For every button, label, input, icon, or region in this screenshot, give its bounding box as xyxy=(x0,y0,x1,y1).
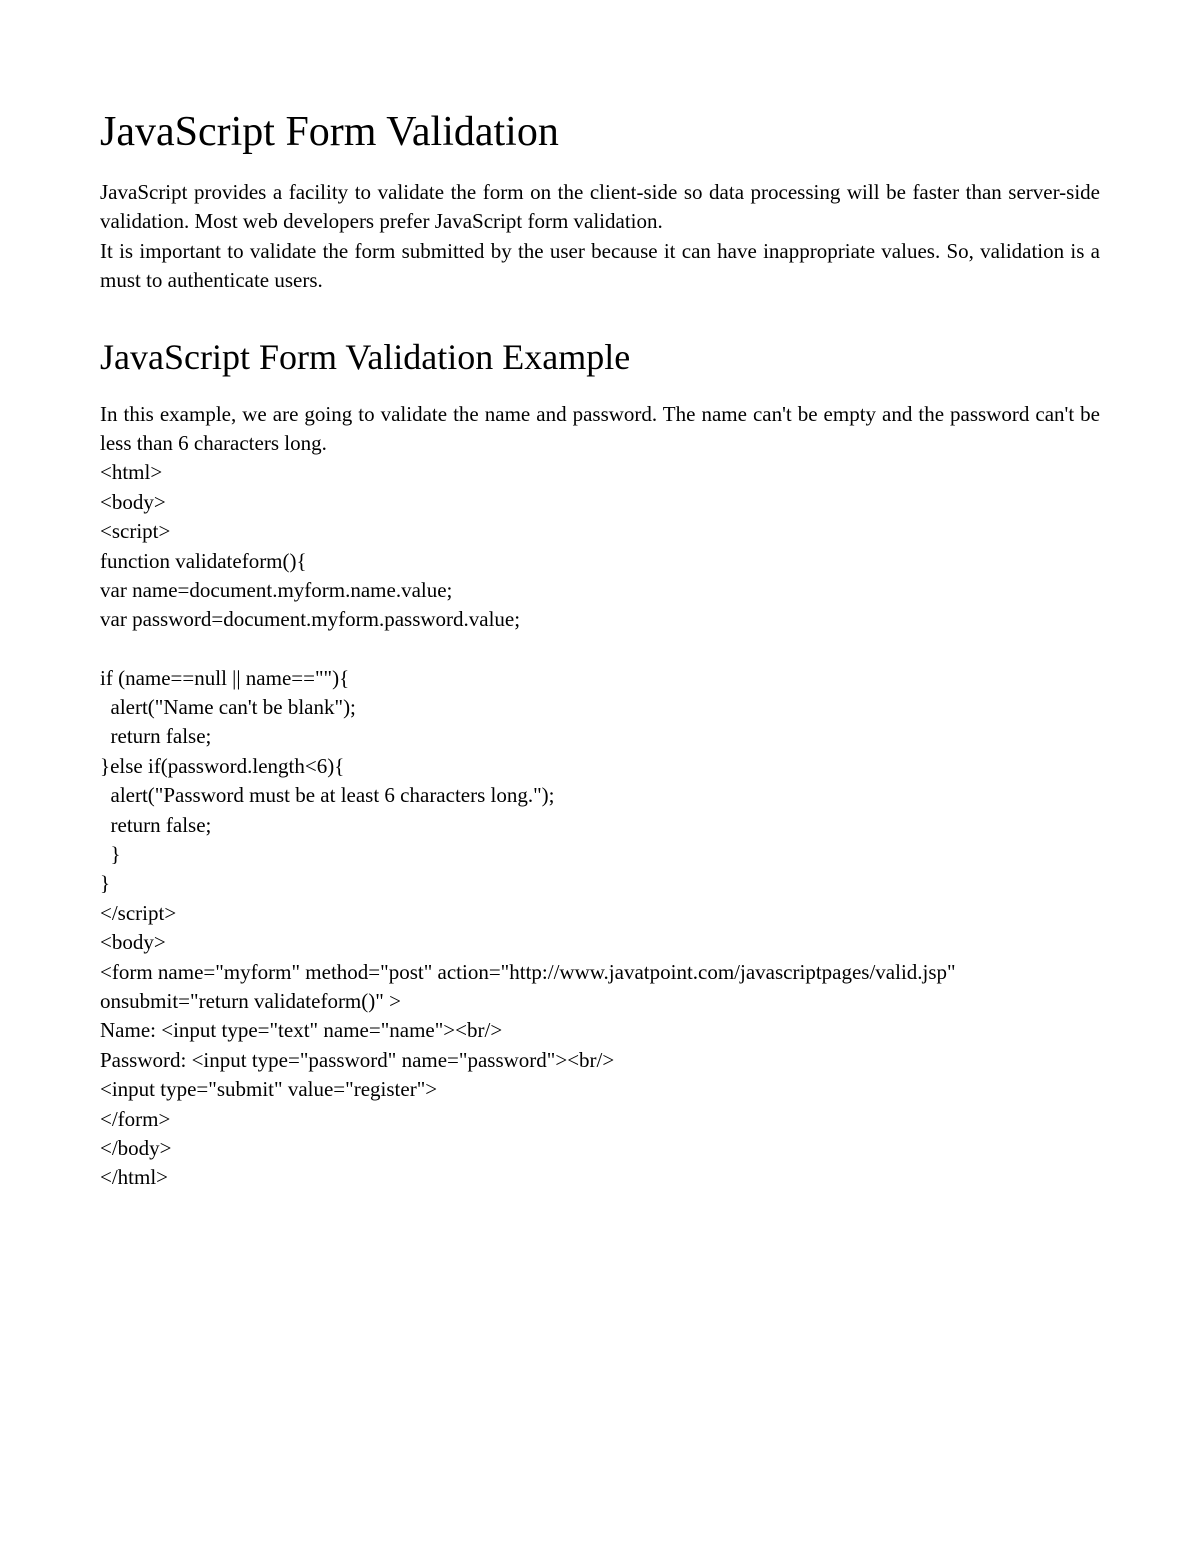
code-line: <body> xyxy=(100,488,1100,517)
code-line: return false; xyxy=(100,811,1100,840)
intro-paragraph-1: JavaScript provides a facility to valida… xyxy=(100,178,1100,237)
intro-paragraph-2: It is important to validate the form sub… xyxy=(100,237,1100,296)
code-block: <html> <body> <script> function validate… xyxy=(100,458,1100,1192)
code-line: var password=document.myform.password.va… xyxy=(100,605,1100,634)
code-line: <html> xyxy=(100,458,1100,487)
code-line: if (name==null || name==""){ xyxy=(100,664,1100,693)
code-line: </form> xyxy=(100,1105,1100,1134)
code-line: <script> xyxy=(100,517,1100,546)
code-line: </script> xyxy=(100,899,1100,928)
code-line: <input type="submit" value="register"> xyxy=(100,1075,1100,1104)
code-line: <form name="myform" method="post" action… xyxy=(100,958,1100,1017)
code-line: </body> xyxy=(100,1134,1100,1163)
code-line: <body> xyxy=(100,928,1100,957)
code-line: return false; xyxy=(100,722,1100,751)
page-heading-1: JavaScript Form Validation xyxy=(100,108,1100,156)
code-line: Name: <input type="text" name="name"><br… xyxy=(100,1016,1100,1045)
code-line: Password: <input type="password" name="p… xyxy=(100,1046,1100,1075)
code-line: function validateform(){ xyxy=(100,547,1100,576)
code-line: </html> xyxy=(100,1163,1100,1192)
code-line: } xyxy=(100,840,1100,869)
code-line: alert("Name can't be blank"); xyxy=(100,693,1100,722)
code-line: alert("Password must be at least 6 chara… xyxy=(100,781,1100,810)
example-intro: In this example, we are going to validat… xyxy=(100,400,1100,459)
code-line: }else if(password.length<6){ xyxy=(100,752,1100,781)
code-line: var name=document.myform.name.value; xyxy=(100,576,1100,605)
code-line-blank xyxy=(100,635,1100,664)
code-line: } xyxy=(100,869,1100,898)
page-heading-2: JavaScript Form Validation Example xyxy=(100,336,1100,378)
